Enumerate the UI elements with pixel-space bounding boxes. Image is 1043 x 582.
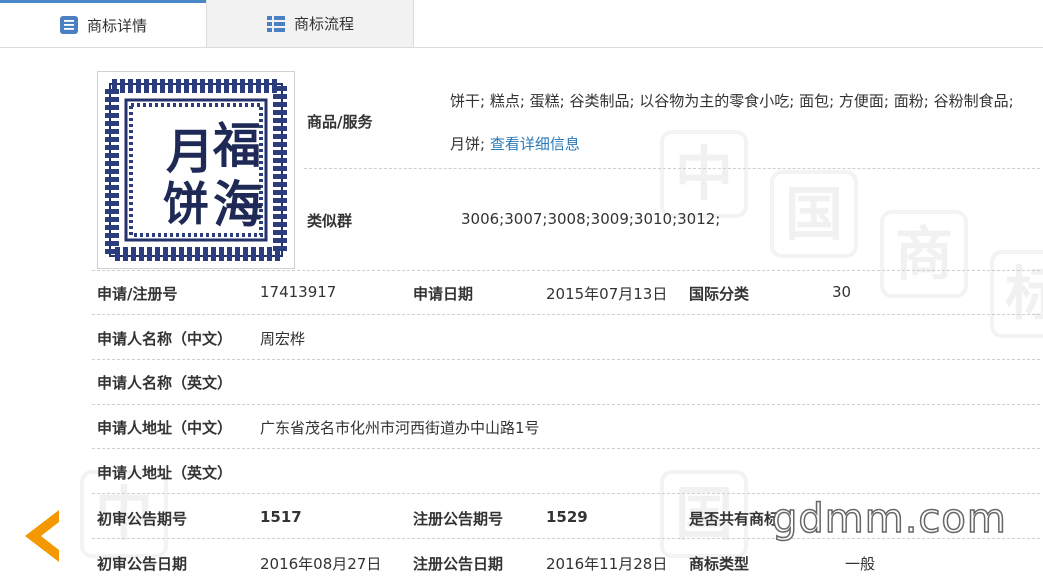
applicant-en-label: 申请人名称（英文） [97,374,233,392]
app-date-value: 2015年07月13日 [546,285,668,303]
prelim-date-label: 初审公告日期 [97,555,188,573]
logo-char: 月 [166,124,214,180]
similar-group-label: 类似群 [307,212,353,230]
tab-label: 商标详情 [86,16,147,35]
divider [92,270,1040,271]
similar-group-value: 3006;3007;3008;3009;3010;3012; [461,210,721,228]
prelim-no-label: 初审公告期号 [97,510,188,528]
logo-char: 海 [213,175,263,234]
divider [92,404,1040,405]
reg-pub-no-value: 1529 [546,508,588,526]
site-watermark: gdmm.com [771,495,1007,543]
goods-services-text2-value: 月饼; [450,135,486,153]
trademark-logo-image: 月 福 饼 海 [97,71,295,269]
divider [92,493,1040,494]
tab-trademark-process[interactable]: 商标流程 [206,0,414,47]
watermark-char: 中 [660,130,748,218]
previous-arrow-icon[interactable] [22,508,62,564]
applicant-cn-label: 申请人名称（中文） [97,330,233,348]
tab-bar: 商标详情 商标流程 [0,0,1043,48]
shared-label: 是否共有商标 [689,510,780,528]
tab-label: 商标流程 [293,15,354,33]
reg-no-value: 17413917 [260,283,337,301]
logo-char: 饼 [163,177,209,231]
divider [92,359,1040,360]
document-list-icon [59,16,78,34]
tm-type-value: 一般 [845,555,876,573]
goods-services-text2: 月饼; 查看详细信息 [450,133,580,154]
address-cn-label: 申请人地址（中文） [97,419,233,437]
watermark-char: 标 [990,250,1043,338]
applicant-cn-value: 周宏桦 [260,330,306,348]
address-en-label: 申请人地址（英文） [97,464,233,482]
divider [92,448,1040,449]
address-cn-value: 广东省茂名市化州市河西街道办中山路1号 [260,419,540,437]
watermark-char: 国 [770,170,858,258]
app-date-label: 申请日期 [413,285,474,303]
intl-class-label: 国际分类 [689,285,750,303]
intl-class-value: 30 [832,283,852,301]
divider [304,168,1040,169]
prelim-no-value: 1517 [260,508,302,526]
view-details-link[interactable]: 查看详细信息 [490,135,580,153]
trademark-logo: 月 福 饼 海 [105,79,287,261]
prelim-date-value: 2016年08月27日 [260,555,382,573]
watermark-char: 商 [880,210,968,298]
goods-services-label: 商品/服务 [307,113,373,131]
tm-type-label: 商标类型 [689,555,750,573]
reg-pub-no-label: 注册公告期号 [413,510,504,528]
reg-pub-date-label: 注册公告日期 [413,555,504,573]
reg-pub-date-value: 2016年11月28日 [546,555,668,573]
logo-char: 福 [212,118,261,174]
divider [92,314,1040,315]
goods-services-text: 饼干; 糕点; 蛋糕; 谷类制品; 以谷物为主的零食小吃; 面包; 方便面; 面… [450,92,1014,110]
reg-no-label: 申请/注册号 [97,285,178,303]
tab-trademark-details[interactable]: 商标详情 [0,0,206,47]
grid-list-icon [266,15,285,32]
